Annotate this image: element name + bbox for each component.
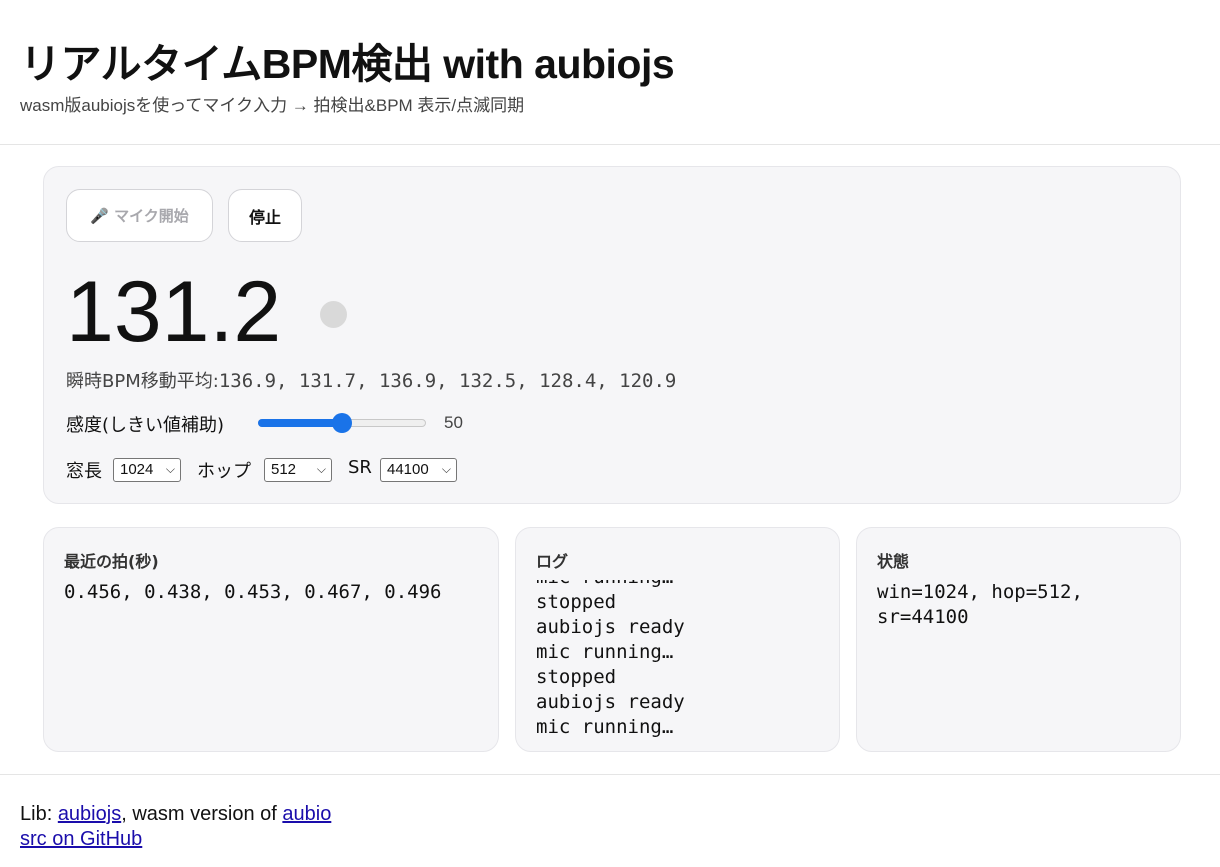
bpm-value: 131.2 <box>66 264 282 360</box>
sr-select[interactable]: 44100 ⌵ <box>380 458 457 482</box>
hop-select-value: 512 <box>271 461 297 478</box>
page-header: リアルタイムBPM検出 with aubiojs wasm版aubiojsを使っ… <box>0 0 1220 145</box>
slider-thumb[interactable] <box>332 413 352 433</box>
log-list: mic running… stopped aubiojs ready mic r… <box>536 580 685 740</box>
hop-label: ホップ <box>197 461 251 482</box>
footer-github-line: src on GitHub <box>20 828 142 851</box>
chevron-down-icon: ⌵ <box>316 462 326 476</box>
state-title: 状態 <box>877 552 910 571</box>
moving-average-values: 136.9, 131.7, 136.9, 132.5, 128.4, 120.9 <box>218 370 677 392</box>
mic-start-button[interactable]: 🎤 マイク開始 <box>66 189 213 242</box>
github-link[interactable]: src on GitHub <box>20 828 142 850</box>
chevron-down-icon: ⌵ <box>165 462 175 476</box>
beat-indicator <box>320 301 347 328</box>
stop-button[interactable]: 停止 <box>228 189 302 242</box>
log-card: ログ mic running… stopped aubiojs ready mi… <box>515 527 840 752</box>
log-scroll-area[interactable]: mic running… stopped aubiojs ready mic r… <box>536 580 826 740</box>
log-line: aubiojs ready <box>536 616 685 638</box>
footer-lib-prefix: Lib: <box>20 803 58 825</box>
log-title: ログ <box>536 552 569 571</box>
log-line: stopped <box>536 591 617 613</box>
window-label: 窓長 <box>66 461 102 482</box>
window-select-value: 1024 <box>120 461 154 478</box>
page-subtitle: wasm版aubiojsを使ってマイク入力 → 拍検出&BPM 表示/点滅同期 <box>20 96 525 115</box>
log-line: mic running… <box>536 580 685 590</box>
footer-middle-text: , wasm version of <box>121 803 283 825</box>
recent-beats-card: 最近の拍(秒) 0.456, 0.438, 0.453, 0.467, 0.49… <box>43 527 499 752</box>
chevron-down-icon: ⌵ <box>441 462 451 476</box>
main-panel: 🎤 マイク開始 停止 131.2 瞬時BPM移動平均:136.9, 131.7,… <box>43 166 1181 504</box>
hop-select[interactable]: 512 ⌵ <box>264 458 332 482</box>
slider-fill <box>258 419 342 427</box>
log-line: mic running… <box>536 641 674 663</box>
sensitivity-slider[interactable] <box>258 413 426 433</box>
recent-beats-title: 最近の拍(秒) <box>64 552 159 571</box>
footer-lib-line: Lib: aubiojs, wasm version of aubio <box>20 803 331 826</box>
page-title: リアルタイムBPM検出 with aubiojs <box>20 41 675 87</box>
footer: Lib: aubiojs, wasm version of aubio src … <box>0 774 1220 867</box>
state-card: 状態 win=1024, hop=512, sr=44100 <box>856 527 1181 752</box>
moving-average-label: 瞬時BPM移動平均: <box>66 371 219 392</box>
log-line: aubiojs ready <box>536 691 685 713</box>
sensitivity-value: 50 <box>444 413 463 432</box>
sensitivity-label: 感度(しきい値補助) <box>66 415 225 436</box>
recent-beats-values: 0.456, 0.438, 0.453, 0.467, 0.496 <box>64 581 442 603</box>
window-select[interactable]: 1024 ⌵ <box>113 458 181 482</box>
aubiojs-link[interactable]: aubiojs <box>58 803 121 825</box>
sr-label: SR <box>348 457 372 478</box>
aubio-link[interactable]: aubio <box>282 803 331 825</box>
state-values: win=1024, hop=512, sr=44100 <box>877 581 1083 628</box>
sr-select-value: 44100 <box>387 461 429 478</box>
log-line: mic running… <box>536 716 674 738</box>
moving-average: 瞬時BPM移動平均:136.9, 131.7, 136.9, 132.5, 12… <box>66 367 676 393</box>
log-line: stopped <box>536 666 617 688</box>
